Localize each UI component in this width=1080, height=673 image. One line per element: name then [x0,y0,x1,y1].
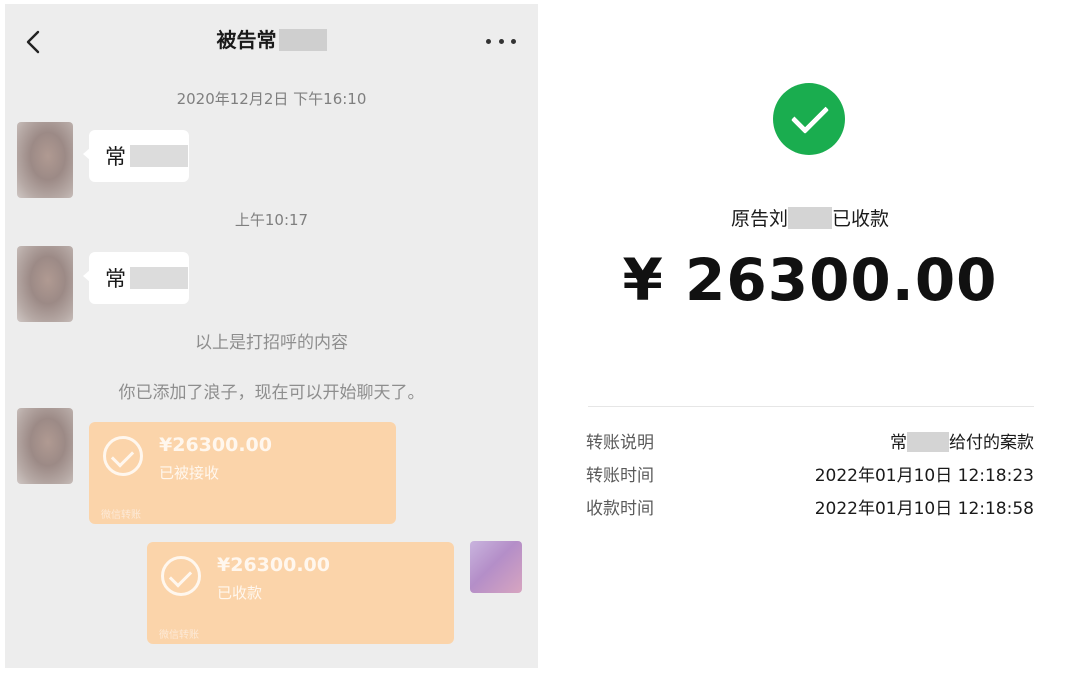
redacted-block [788,207,832,229]
transfer-footer: 微信转账 [159,630,199,641]
transfer-message[interactable]: ¥26300.00 已被接收 微信转账 [89,422,396,524]
timestamp: 上午10:17 [234,211,309,229]
text-message[interactable]: 常 [83,252,189,304]
receipt-row-transfer-time: 转账时间 2022年01月10日 12:18:23 [586,461,1034,486]
message-text: 常 [105,267,126,291]
row-value-suffix: 给付的案款 [949,433,1034,453]
message-text: 常 [105,145,126,169]
transfer-amount: ¥26300.00 [159,434,272,456]
redacted-block [907,432,949,452]
receipt-row-note: 转账说明 常 给付的案款 [586,428,1034,453]
transfer-footer: 微信转账 [101,510,141,521]
chat-screen: 被告常 2020年12月2日 下午16:10 常 上午10:17 常 以上是打招… [5,4,538,668]
transfer-status: 已收款 [217,584,263,602]
system-message: 你已添加了浪子，现在可以开始聊天了。 [118,383,425,403]
row-value: 2022年01月10日 12:18:58 [814,499,1034,519]
self-avatar[interactable] [470,541,522,593]
text-message[interactable]: 常 [83,130,189,182]
redacted-block [130,145,188,167]
more-dots-icon[interactable] [486,30,516,52]
row-label: 转账时间 [586,466,654,486]
row-value-prefix: 常 [890,433,907,453]
transfer-status: 已被接收 [159,464,220,482]
row-label: 收款时间 [586,499,654,519]
receipt-status-suffix: 已收款 [832,208,890,230]
receipt-status: 原告刘 已收款 [700,204,920,231]
avatar[interactable] [17,122,73,198]
receipt-amount: ¥ 26300.00 [622,246,998,314]
row-value: 常 给付的案款 [890,428,1034,453]
check-circle-icon [103,436,143,476]
receipt-row-receive-time: 收款时间 2022年01月10日 12:18:58 [586,494,1034,519]
divider [588,406,1034,407]
check-circle-icon [161,556,201,596]
avatar[interactable] [17,408,73,484]
row-value: 2022年01月10日 12:18:23 [814,466,1034,486]
chat-title-text: 被告常 [216,28,277,52]
system-message: 以上是打招呼的内容 [195,333,348,353]
avatar[interactable] [17,246,73,322]
timestamp: 2020年12月2日 下午16:10 [176,90,367,108]
success-check-icon [773,83,845,155]
row-label: 转账说明 [586,433,654,453]
redacted-block [278,29,327,51]
transfer-message[interactable]: ¥26300.00 已收款 微信转账 [147,542,454,644]
chat-header: 被告常 [5,4,538,74]
redacted-block [130,267,188,289]
chat-title: 被告常 [5,24,538,53]
transfer-amount: ¥26300.00 [217,554,330,576]
receipt-status-prefix: 原告刘 [730,208,788,230]
